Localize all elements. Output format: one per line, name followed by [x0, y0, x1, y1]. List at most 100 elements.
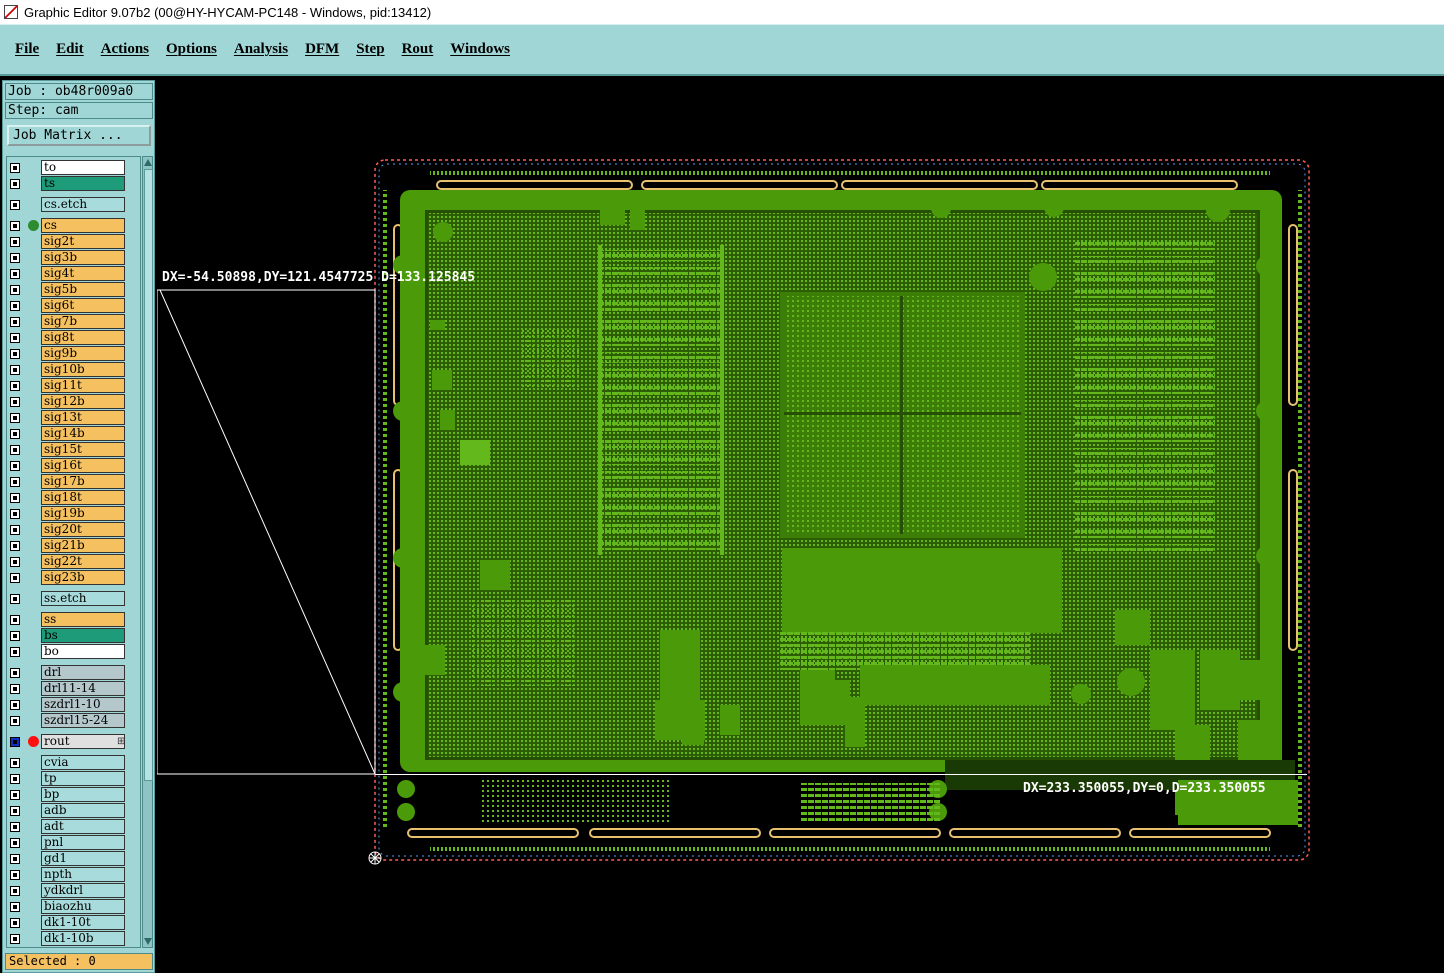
layer-name[interactable]: sig18t — [41, 490, 125, 505]
layer-row-bo[interactable]: bo — [7, 644, 140, 660]
layer-row-sig21b[interactable]: sig21b — [7, 538, 140, 554]
layer-name[interactable]: gd1 — [41, 851, 125, 866]
layer-row-sig11t[interactable]: sig11t — [7, 378, 140, 394]
layer-name[interactable]: ydkdrl — [41, 883, 125, 898]
layer-name[interactable]: ts — [41, 176, 125, 191]
layer-row-biaozhu[interactable]: biaozhu — [7, 899, 140, 915]
layer-row-sig22t[interactable]: sig22t — [7, 554, 140, 570]
layer-checkbox[interactable] — [10, 253, 20, 263]
layer-name[interactable]: sig12b — [41, 394, 125, 409]
layer-checkbox[interactable] — [10, 413, 20, 423]
layer-checkbox[interactable] — [10, 365, 20, 375]
layer-name[interactable]: drl — [41, 665, 125, 680]
layer-checkbox[interactable] — [10, 301, 20, 311]
layer-checkbox[interactable] — [10, 631, 20, 641]
layer-name[interactable]: sig2t — [41, 234, 125, 249]
layer-name[interactable]: cs — [41, 218, 125, 233]
layer-name[interactable]: sig17b — [41, 474, 125, 489]
layer-row-sig2t[interactable]: sig2t — [7, 234, 140, 250]
layer-row-sig19b[interactable]: sig19b — [7, 506, 140, 522]
layer-checkbox[interactable] — [10, 237, 20, 247]
layer-row-ss.etch[interactable]: ss.etch — [7, 591, 140, 607]
layer-row-sig3b[interactable]: sig3b — [7, 250, 140, 266]
layer-row-bs[interactable]: bs — [7, 628, 140, 644]
layer-checkbox[interactable] — [10, 461, 20, 471]
layer-row-sig14b[interactable]: sig14b — [7, 426, 140, 442]
layer-checkbox[interactable] — [10, 870, 20, 880]
layer-menu-icon[interactable]: ⊞ — [117, 734, 125, 749]
layer-name[interactable]: cvia — [41, 755, 125, 770]
layer-row-adb[interactable]: adb — [7, 803, 140, 819]
layer-name[interactable]: cs.etch — [41, 197, 125, 212]
layer-row-szdrl15-24[interactable]: szdrl15-24 — [7, 713, 140, 729]
menu-step[interactable]: Step — [356, 41, 384, 58]
menu-windows[interactable]: Windows — [450, 41, 510, 58]
layer-name[interactable]: adt — [41, 819, 125, 834]
layer-checkbox[interactable] — [10, 493, 20, 503]
layer-checkbox[interactable] — [10, 200, 20, 210]
layer-name[interactable]: szdrl15-24 — [41, 713, 125, 728]
scroll-up-arrow-icon[interactable] — [144, 159, 152, 166]
menu-actions[interactable]: Actions — [101, 41, 149, 58]
layer-name[interactable]: dk1-10t — [41, 915, 125, 930]
layer-row-cvia[interactable]: cvia — [7, 755, 140, 771]
layer-row-sig23b[interactable]: sig23b — [7, 570, 140, 586]
menu-rout[interactable]: Rout — [402, 41, 434, 58]
layer-name[interactable]: sig22t — [41, 554, 125, 569]
layer-name[interactable]: sig11t — [41, 378, 125, 393]
layer-name[interactable]: sig20t — [41, 522, 125, 537]
layer-row-drl11-14[interactable]: drl11-14 — [7, 681, 140, 697]
layer-name[interactable]: ss — [41, 612, 125, 627]
layer-row-sig4t[interactable]: sig4t — [7, 266, 140, 282]
layer-checkbox[interactable] — [10, 716, 20, 726]
layer-checkbox[interactable] — [10, 668, 20, 678]
layer-checkbox[interactable] — [10, 838, 20, 848]
layer-name[interactable]: bp — [41, 787, 125, 802]
layer-checkbox[interactable] — [10, 541, 20, 551]
layer-row-sig12b[interactable]: sig12b — [7, 394, 140, 410]
scrollbar-thumb[interactable] — [144, 169, 153, 781]
menu-file[interactable]: File — [15, 41, 39, 58]
layer-name[interactable]: sig9b — [41, 346, 125, 361]
layer-name[interactable]: sig14b — [41, 426, 125, 441]
layer-row-sig13t[interactable]: sig13t — [7, 410, 140, 426]
layer-checkbox[interactable] — [10, 429, 20, 439]
layer-row-sig20t[interactable]: sig20t — [7, 522, 140, 538]
layer-checkbox[interactable] — [10, 854, 20, 864]
layer-row-sig17b[interactable]: sig17b — [7, 474, 140, 490]
layer-checkbox[interactable] — [10, 822, 20, 832]
layer-checkbox[interactable] — [10, 509, 20, 519]
layer-checkbox[interactable] — [10, 557, 20, 567]
layer-name[interactable]: drl11-14 — [41, 681, 125, 696]
layer-checkbox[interactable] — [10, 573, 20, 583]
layer-row-ts[interactable]: ts — [7, 176, 140, 192]
layer-checkbox[interactable] — [10, 790, 20, 800]
layer-row-npth[interactable]: npth — [7, 867, 140, 883]
layer-row-bp[interactable]: bp — [7, 787, 140, 803]
layer-checkbox[interactable] — [10, 886, 20, 896]
layer-row-dk1-10t[interactable]: dk1-10t — [7, 915, 140, 931]
layer-checkbox[interactable] — [10, 381, 20, 391]
layer-name[interactable]: sig3b — [41, 250, 125, 265]
layer-checkbox[interactable] — [10, 737, 20, 747]
layer-checkbox[interactable] — [10, 397, 20, 407]
layer-checkbox[interactable] — [10, 317, 20, 327]
layer-list-scrollbar[interactable] — [142, 156, 153, 948]
layer-name[interactable]: sig23b — [41, 570, 125, 585]
layer-row-drl[interactable]: drl — [7, 665, 140, 681]
layer-name[interactable]: biaozhu — [41, 899, 125, 914]
layer-name[interactable]: dk1-10b — [41, 931, 125, 946]
layer-checkbox[interactable] — [10, 179, 20, 189]
layer-name[interactable]: sig19b — [41, 506, 125, 521]
layer-row-sig8t[interactable]: sig8t — [7, 330, 140, 346]
layer-row-sig10b[interactable]: sig10b — [7, 362, 140, 378]
layer-name[interactable]: sig7b — [41, 314, 125, 329]
layer-checkbox[interactable] — [10, 806, 20, 816]
graphic-canvas[interactable] — [157, 80, 1444, 973]
layer-name[interactable]: sig16t — [41, 458, 125, 473]
layer-row-adt[interactable]: adt — [7, 819, 140, 835]
layer-name[interactable]: ss.etch — [41, 591, 125, 606]
menu-analysis[interactable]: Analysis — [234, 41, 288, 58]
layer-row-cs.etch[interactable]: cs.etch — [7, 197, 140, 213]
layer-checkbox[interactable] — [10, 700, 20, 710]
